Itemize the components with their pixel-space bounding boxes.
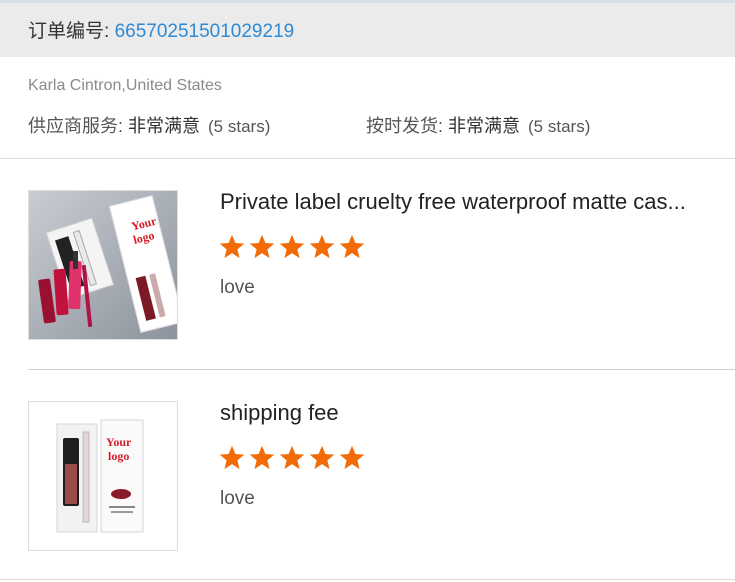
review-star-rating — [218, 444, 366, 472]
star-icon — [279, 445, 305, 470]
star-icon — [339, 234, 365, 259]
supplier-service-label: 供应商服务: — [28, 116, 129, 136]
lip-kit-box-photo-icon: Your logo — [29, 402, 177, 550]
order-header: 订单编号: 66570251501029219 — [0, 3, 735, 57]
star-icon — [219, 234, 245, 259]
product-thumbnail[interactable]: Your logo — [28, 401, 178, 551]
product-thumbnail[interactable]: Your logo — [28, 190, 178, 340]
star-icon — [309, 234, 335, 259]
star-icon — [219, 445, 245, 470]
lip-kit-product-photo-icon: Your logo — [29, 191, 177, 339]
divider — [0, 158, 735, 159]
star-icon — [339, 445, 365, 470]
buyer-info: Karla Cintron,United States — [28, 77, 222, 94]
review-comment: love — [220, 488, 255, 509]
svg-text:Your: Your — [106, 435, 132, 449]
supplier-service-value: 非常满意 — [128, 116, 201, 136]
review-comment: love — [220, 277, 255, 298]
divider — [0, 579, 735, 580]
star-icon — [279, 234, 305, 259]
product-title[interactable]: shipping fee — [220, 400, 725, 426]
order-number: 订单编号: 66570251501029219 — [28, 16, 294, 43]
product-title[interactable]: Private label cruelty free waterproof ma… — [220, 189, 725, 215]
star-icon — [309, 445, 335, 470]
supplier-service-rating: 供应商服务: 非常满意 (5 stars) — [28, 112, 270, 138]
order-id-link[interactable]: 66570251501029219 — [115, 21, 295, 42]
on-time-shipping-rating: 按时发货: 非常满意 (5 stars) — [366, 112, 590, 138]
star-icon — [249, 445, 275, 470]
on-time-stars: (5 stars) — [528, 117, 591, 136]
divider — [28, 369, 735, 370]
svg-text:logo: logo — [108, 449, 129, 463]
order-number-label: 订单编号: — [28, 21, 115, 42]
star-icon — [249, 234, 275, 259]
supplier-service-stars: (5 stars) — [208, 117, 271, 136]
review-star-rating — [218, 233, 366, 261]
on-time-label: 按时发货: — [366, 116, 449, 136]
on-time-value: 非常满意 — [448, 116, 521, 136]
